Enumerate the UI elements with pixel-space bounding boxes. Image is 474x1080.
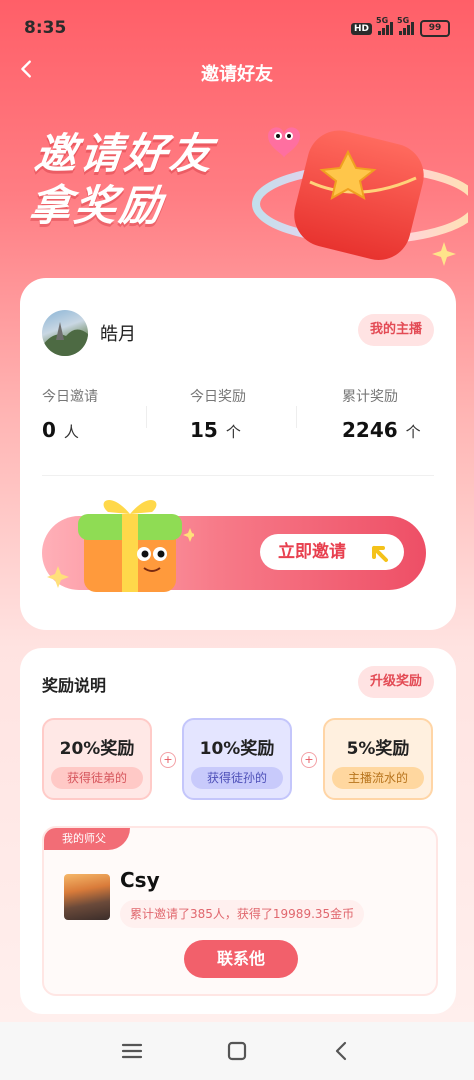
- plus-icon: +: [301, 752, 317, 768]
- tier-percent: 5%奖励: [346, 739, 410, 759]
- hero-line-2: 拿奖励: [26, 181, 167, 230]
- reward-tier: 10%奖励 获得徒孙的: [182, 718, 292, 800]
- reward-tier: 20%奖励 获得徒弟的: [42, 718, 152, 800]
- nav-header: 邀请好友: [0, 56, 474, 86]
- menu-icon[interactable]: [118, 1038, 146, 1064]
- hd-badge: HD: [350, 22, 372, 35]
- stat-label: 今日邀请: [42, 389, 98, 405]
- stat-value: 0: [42, 418, 56, 442]
- stat-today-rewards: 今日奖励 15 个: [190, 386, 246, 442]
- arrow-up-left-icon: [372, 546, 388, 562]
- stat-unit: 人: [63, 423, 79, 441]
- gift-box-icon: [47, 499, 194, 592]
- rewards-card: 奖励说明 升级奖励 20%奖励 获得徒弟的 + 10%奖励 获得徒孙的 + 5%…: [20, 648, 456, 1014]
- tier-percent: 20%奖励: [59, 739, 135, 759]
- user-name: 皓月: [100, 324, 136, 345]
- signal-label: 5G: [397, 16, 410, 25]
- avatar-image: [42, 322, 88, 356]
- signal-icon: 5G: [397, 16, 414, 35]
- tier-percent: 10%奖励: [199, 739, 275, 759]
- stat-label: 今日奖励: [190, 389, 246, 405]
- page-title: 邀请好友: [201, 64, 273, 85]
- stat-today-invites: 今日邀请 0人: [42, 386, 98, 442]
- my-master-panel: 我的师父 Csy 累计邀请了385人，获得了19989.35金币 联系他: [42, 826, 438, 996]
- contact-button[interactable]: 联系他: [184, 940, 298, 978]
- tier-desc: 获得徒孙的: [191, 767, 283, 789]
- stat-unit: 个: [225, 423, 241, 441]
- battery-icon: 99: [420, 20, 450, 37]
- status-bar: 8:35 HD 5G 5G 99: [0, 0, 474, 58]
- status-time: 8:35: [24, 18, 67, 38]
- master-tag: 我的师父: [44, 828, 130, 850]
- master-stats-text: 累计邀请了385人，获得了19989.35金币: [120, 900, 365, 928]
- status-icons: HD 5G 5G 99: [350, 16, 450, 37]
- stat-value: 15: [190, 418, 218, 442]
- invite-now-button[interactable]: 立即邀请: [260, 534, 404, 570]
- reward-tier: 5%奖励 主播流水的: [323, 718, 433, 800]
- user-avatar[interactable]: [42, 310, 88, 356]
- hero-headline: 邀请好友 拿奖励: [27, 128, 218, 232]
- back-icon[interactable]: [328, 1038, 356, 1064]
- section-title: 奖励说明: [42, 676, 107, 695]
- red-envelope-illustration: [252, 127, 468, 266]
- master-name: Csy: [120, 868, 160, 892]
- my-anchor-button[interactable]: 我的主播: [357, 314, 434, 346]
- plus-icon: +: [160, 752, 176, 768]
- user-stats-card: 皓月 我的主播 今日邀请 0人 今日奖励 15 个 累计奖励 2246 个 立即邀请: [20, 278, 456, 630]
- divider: [42, 475, 434, 476]
- divider: [296, 406, 297, 428]
- home-icon[interactable]: [223, 1038, 251, 1064]
- stat-value: 2246: [342, 418, 398, 442]
- invite-now-label: 立即邀请: [278, 542, 346, 562]
- hero-line-1: 邀请好友: [32, 129, 218, 178]
- stat-total-rewards: 累计奖励 2246 个: [342, 386, 421, 442]
- upgrade-rewards-button[interactable]: 升级奖励: [357, 666, 434, 698]
- stat-label: 累计奖励: [342, 389, 398, 405]
- tier-desc: 主播流水的: [332, 767, 424, 789]
- signal-icon: 5G: [376, 16, 393, 35]
- system-nav-bar: [0, 1022, 474, 1080]
- signal-label: 5G: [376, 16, 389, 25]
- stats-row: 今日邀请 0人 今日奖励 15 个 累计奖励 2246 个: [20, 386, 456, 446]
- divider: [146, 406, 147, 428]
- master-avatar[interactable]: [64, 874, 110, 920]
- stat-unit: 个: [405, 423, 421, 441]
- tier-desc: 获得徒弟的: [51, 767, 143, 789]
